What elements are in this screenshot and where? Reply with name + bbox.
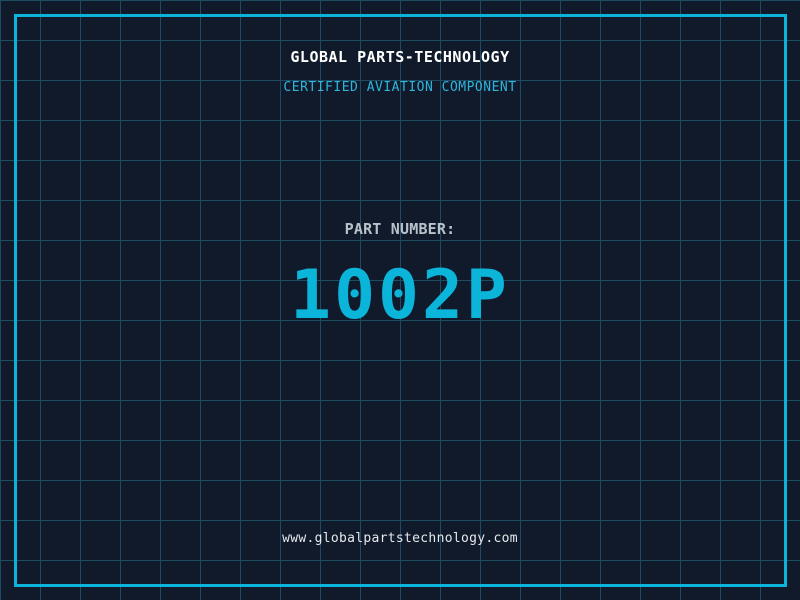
company-title: GLOBAL PARTS-TECHNOLOGY [290,48,510,66]
part-number-value: 1002P [290,256,510,335]
part-number-label: PART NUMBER: [344,220,456,238]
website-url: www.globalpartstechnology.com [282,531,518,546]
blueprint-grid-background: GLOBAL PARTS-TECHNOLOGY CERTIFIED AVIATI… [0,0,800,600]
certification-subtitle: CERTIFIED AVIATION COMPONENT [283,80,517,95]
